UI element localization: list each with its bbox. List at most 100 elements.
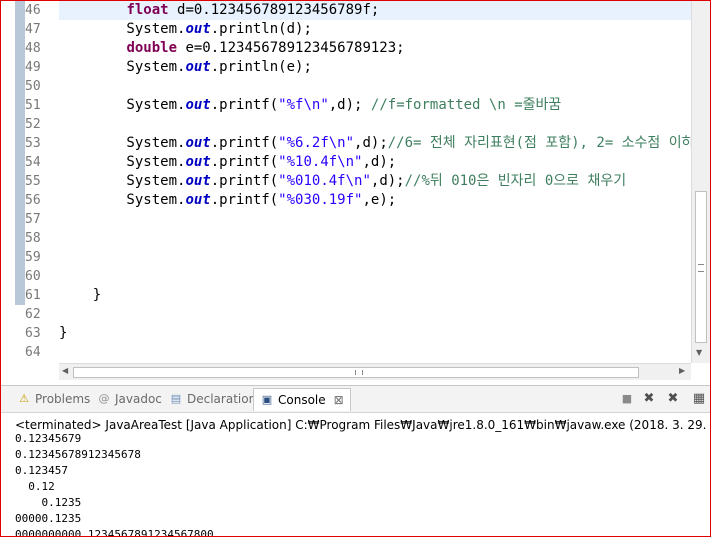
code-token: out xyxy=(185,173,211,189)
line-number: 55 xyxy=(25,174,41,189)
code-line[interactable]: float d=0.123456789123456789f; xyxy=(59,1,691,20)
code-line[interactable] xyxy=(59,115,691,134)
code-token: out xyxy=(185,192,211,208)
code-line[interactable]: } xyxy=(59,286,691,305)
code-token: "%030.19f" xyxy=(278,192,363,208)
editor-horizontal-scrollbar[interactable]: ◀ ▶ xyxy=(59,363,691,380)
code-line[interactable]: double e=0.123456789123456789123; xyxy=(59,39,691,58)
code-area[interactable]: float d=0.123456789123456789f; System.ou… xyxy=(59,1,691,363)
terminate-icon[interactable]: ■ xyxy=(619,391,635,407)
problems-icon: ⚠ xyxy=(19,392,29,405)
line-number: 61 xyxy=(25,288,41,303)
scroll-right-icon[interactable]: ▶ xyxy=(679,366,685,375)
code-token: d=0.123456789123456789f; xyxy=(168,2,380,18)
code-token: System. xyxy=(59,21,186,37)
code-line[interactable] xyxy=(59,210,691,229)
line-number: 48 xyxy=(25,41,41,56)
line-number: 56 xyxy=(25,193,41,208)
tab-problems[interactable]: ⚠ Problems xyxy=(17,388,90,410)
line-number: 51 xyxy=(25,98,41,113)
code-token: } xyxy=(59,287,102,303)
console-output[interactable]: <terminated> JavaAreaTest [Java Applicat… xyxy=(1,414,710,537)
tab-label: Declaration xyxy=(187,392,257,406)
code-line[interactable]: } xyxy=(59,324,691,343)
tab-declaration[interactable]: ▤ Declaration xyxy=(169,388,256,410)
scroll-lock-icon[interactable]: ▦ xyxy=(691,391,707,407)
code-line[interactable]: System.out.printf("%f\n",d); //f=formatt… xyxy=(59,96,691,115)
tab-label: Problems xyxy=(35,392,91,406)
code-token: //%뒤 010은 빈자리 0으로 채우기 xyxy=(404,173,627,189)
line-number: 53 xyxy=(25,136,41,151)
console-output-line: 0.12345679 xyxy=(15,432,82,445)
grip-icon xyxy=(355,370,363,375)
code-token: ,d); xyxy=(370,173,405,189)
vertical-scroll-thumb[interactable] xyxy=(695,191,707,343)
code-token: .printf( xyxy=(210,97,279,113)
code-token: double xyxy=(126,40,178,56)
code-token: e=0.123456789123456789123; xyxy=(177,40,405,56)
code-token: out xyxy=(185,21,211,37)
remove-all-icon[interactable]: ✖ xyxy=(665,391,681,407)
code-line[interactable]: System.out.printf("%10.4f\n",d); xyxy=(59,153,691,172)
code-token: System. xyxy=(59,192,186,208)
line-number: 59 xyxy=(25,250,41,265)
code-line[interactable]: System.out.printf("%030.19f",e); xyxy=(59,191,691,210)
code-token: //f=formatted \n =줄바꿈 xyxy=(370,97,562,113)
code-token: .printf( xyxy=(210,154,279,170)
code-line[interactable]: System.out.println(d); xyxy=(59,20,691,39)
code-token: "%6.2f\n" xyxy=(278,135,355,151)
line-number: 47 xyxy=(25,22,41,37)
code-token: .printf( xyxy=(210,173,279,189)
code-line[interactable] xyxy=(59,229,691,248)
line-number: 60 xyxy=(25,269,41,284)
code-token: System. xyxy=(59,173,186,189)
code-token: ,d); xyxy=(362,154,397,170)
code-line[interactable] xyxy=(59,77,691,96)
console-output-line: 0.12 xyxy=(15,480,55,493)
annotation-ruler xyxy=(15,1,25,305)
scroll-left-icon[interactable]: ◀ xyxy=(62,366,68,375)
code-editor[interactable]: 46 47 48 49 50 51 52 53 54 55 56 57 58 59 60 61 62 63 64 f… xyxy=(1,1,710,381)
console-output-line: 0000000000.1234567891234567800 xyxy=(15,528,214,537)
tab-label: Console xyxy=(278,393,326,407)
code-token: .println(e); xyxy=(210,59,312,75)
code-token: out xyxy=(185,59,211,75)
code-token: out xyxy=(185,97,211,113)
code-line[interactable] xyxy=(59,248,691,267)
console-output-line: 0.1235 xyxy=(15,496,82,509)
code-line[interactable]: System.out.printf("%010.4f\n",d);//%뒤 01… xyxy=(59,172,691,191)
tab-javadoc[interactable]: @ Javadoc xyxy=(97,388,162,410)
line-number: 62 xyxy=(25,307,41,322)
view-tab-bar: ⚠ Problems @ Javadoc ▤ Declaration ▣ Con… xyxy=(1,386,710,413)
console-icon: ▣ xyxy=(261,393,273,406)
editor-vertical-scrollbar[interactable]: ▼ xyxy=(691,1,710,363)
code-token: } xyxy=(59,325,68,341)
console-output-line: 0.12345678912345678 xyxy=(15,448,141,461)
horizontal-scroll-thumb[interactable] xyxy=(73,367,639,378)
console-output-line: 00000.1235 xyxy=(15,512,82,525)
remove-launch-icon[interactable]: ✖ xyxy=(641,391,657,407)
tab-console[interactable]: ▣ Console ⊠ xyxy=(253,388,351,411)
code-line[interactable] xyxy=(59,305,691,324)
code-line[interactable] xyxy=(59,343,691,362)
code-token: System. xyxy=(59,154,186,170)
close-icon[interactable]: ⊠ xyxy=(334,393,344,407)
code-line[interactable]: System.out.println(e); xyxy=(59,58,691,77)
code-token: System. xyxy=(59,59,186,75)
line-number: 49 xyxy=(25,60,41,75)
code-token: System. xyxy=(59,135,186,151)
scroll-down-icon[interactable]: ▼ xyxy=(696,348,702,357)
code-line[interactable]: System.out.printf("%6.2f\n",d);//6= 전체 자… xyxy=(59,134,691,153)
code-token: "%10.4f\n" xyxy=(278,154,363,170)
console-output-line: 0.123457 xyxy=(15,464,68,477)
code-token: out xyxy=(185,135,211,151)
window-frame: 46 47 48 49 50 51 52 53 54 55 56 57 58 59 60 61 62 63 64 f… xyxy=(0,0,711,537)
code-token: .printf( xyxy=(210,135,279,151)
code-line[interactable] xyxy=(59,267,691,286)
declaration-icon: ▤ xyxy=(170,392,182,405)
line-number: 52 xyxy=(25,117,41,132)
code-token: .println(d); xyxy=(210,21,312,37)
code-token: float xyxy=(126,2,169,18)
